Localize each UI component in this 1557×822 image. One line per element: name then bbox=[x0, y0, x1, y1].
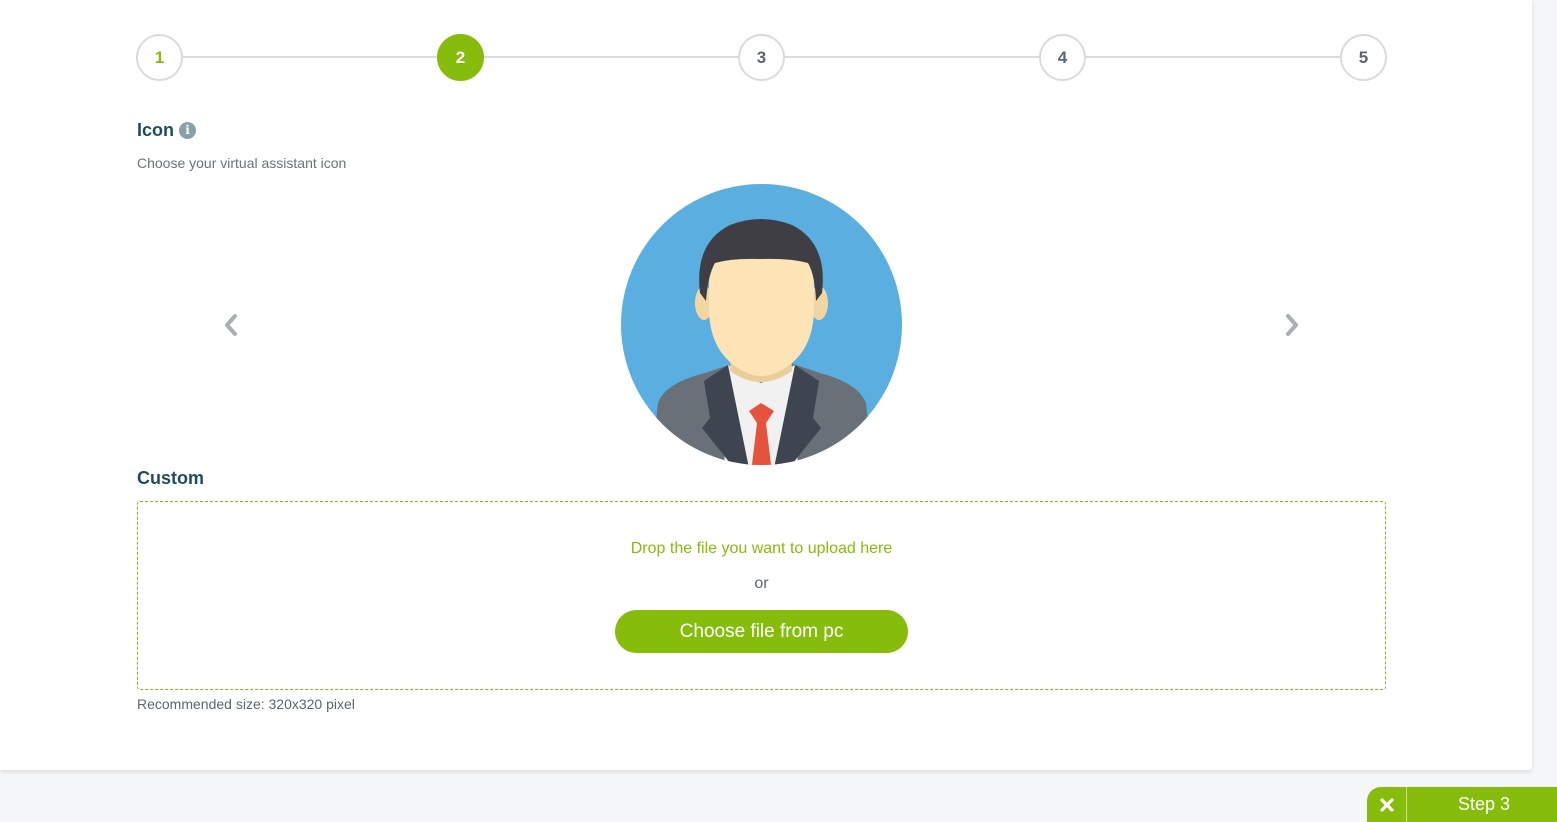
step-5-label: 5 bbox=[1358, 47, 1369, 67]
step-3-label: 3 bbox=[756, 47, 767, 67]
choose-file-button[interactable]: Choose file from pc bbox=[615, 610, 908, 653]
step-progress: 1 2 3 4 5 bbox=[136, 34, 1387, 81]
step-3[interactable]: 3 bbox=[738, 34, 785, 81]
step-2[interactable]: 2 bbox=[437, 34, 484, 81]
icon-section-title: Icon i bbox=[137, 120, 197, 141]
step-1[interactable]: 1 bbox=[136, 34, 183, 81]
carousel-next-button[interactable] bbox=[1277, 310, 1307, 340]
step-5[interactable]: 5 bbox=[1340, 34, 1387, 81]
bottom-action-bar: Step 3 bbox=[1367, 787, 1557, 822]
businessman-avatar-icon bbox=[621, 184, 902, 465]
or-text: or bbox=[754, 575, 769, 592]
custom-section-title: Custom bbox=[137, 468, 204, 488]
wizard-card: 1 2 3 4 5 Icon i Choose your virtual assi… bbox=[0, 0, 1532, 770]
icon-title-text: Icon bbox=[137, 120, 175, 140]
next-step-button[interactable]: Step 3 bbox=[1407, 794, 1557, 815]
info-icon[interactable]: i bbox=[179, 122, 197, 139]
chevron-right-icon bbox=[1286, 314, 1298, 336]
step-2-label: 2 bbox=[455, 47, 466, 67]
assistant-avatar[interactable] bbox=[620, 183, 903, 466]
recommended-size-note: Recommended size: 320x320 pixel bbox=[137, 696, 355, 712]
drop-text: Drop the file you want to upload here bbox=[630, 540, 893, 557]
chevron-left-icon bbox=[225, 314, 237, 336]
step-4[interactable]: 4 bbox=[1039, 34, 1086, 81]
close-icon bbox=[1379, 797, 1394, 812]
file-dropzone[interactable]: Drop the file you want to upload here or… bbox=[137, 501, 1386, 690]
icon-subtitle: Choose your virtual assistant icon bbox=[137, 155, 347, 171]
close-button[interactable] bbox=[1367, 787, 1407, 822]
step-1-label: 1 bbox=[154, 47, 165, 67]
carousel-prev-button[interactable] bbox=[216, 310, 246, 340]
step-4-label: 4 bbox=[1057, 47, 1068, 67]
